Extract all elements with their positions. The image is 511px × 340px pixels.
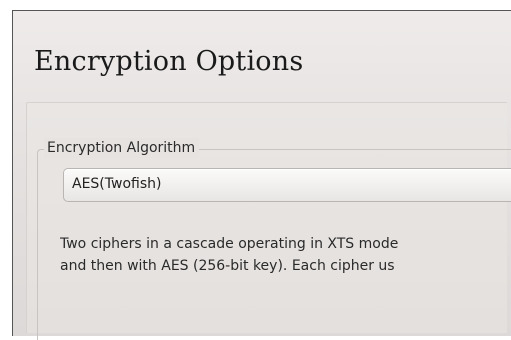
encryption-algorithm-selected-value: AES(Twofish) <box>72 176 162 192</box>
description-line-2: and then with AES (256-bit key). Each ci… <box>60 258 395 274</box>
algorithm-description: Two ciphers in a cascade operating in XT… <box>60 233 511 277</box>
page-title: Encryption Options <box>34 46 304 77</box>
encryption-algorithm-label: Encryption Algorithm <box>44 138 200 158</box>
encryption-algorithm-select[interactable]: AES(Twofish) <box>63 168 511 202</box>
description-line-1: Two ciphers in a cascade operating in XT… <box>60 236 399 252</box>
